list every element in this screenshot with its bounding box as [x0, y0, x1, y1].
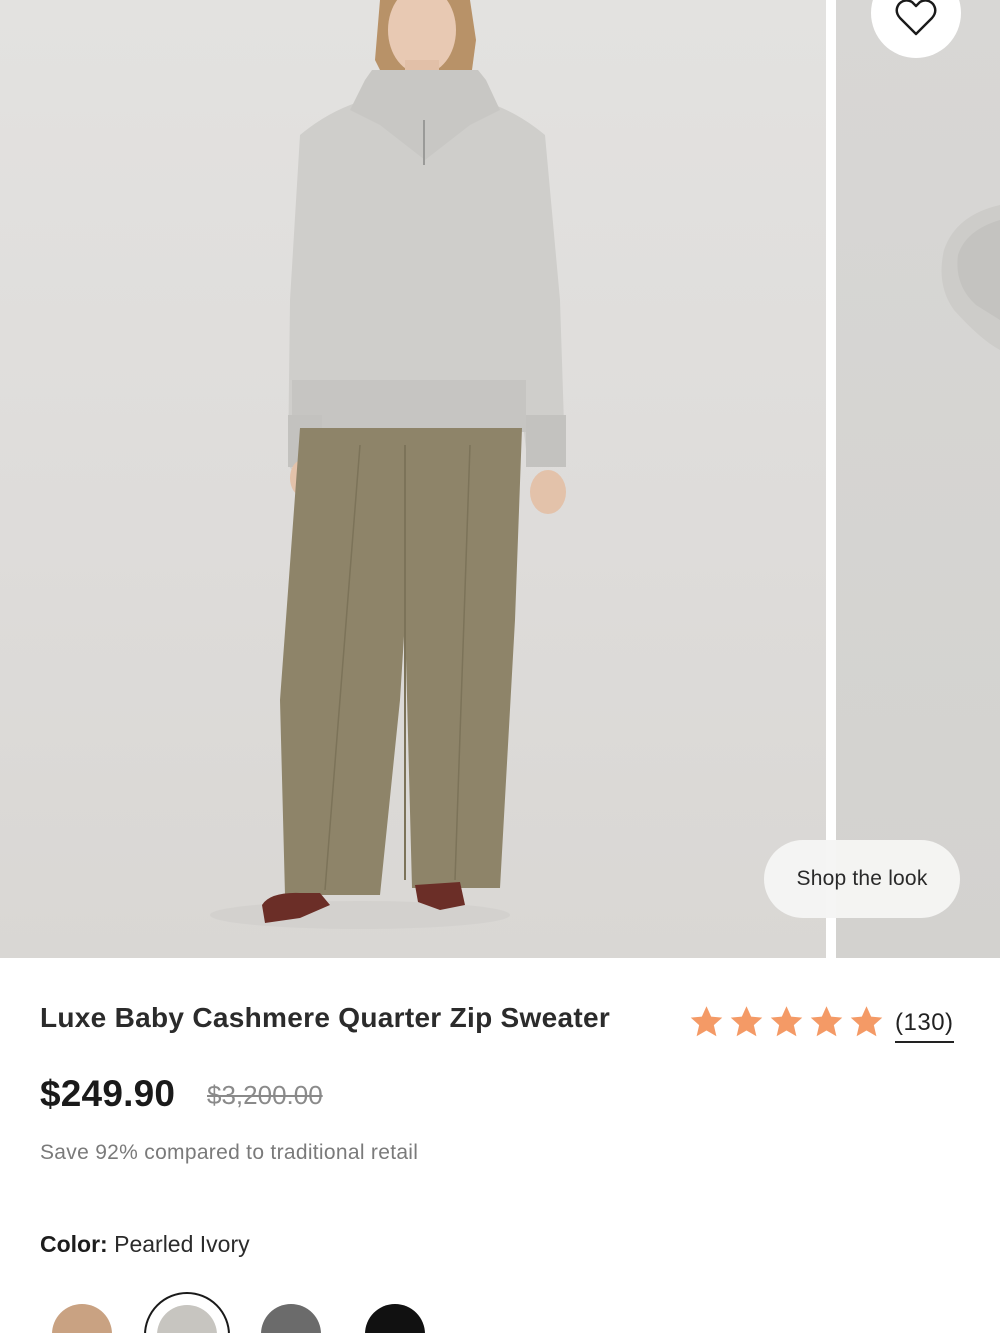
color-label: Color:	[40, 1231, 108, 1257]
shop-the-look-button[interactable]: Shop the look	[764, 840, 960, 918]
model-photo	[210, 0, 566, 929]
star-icon	[810, 1006, 843, 1037]
swatch-camel[interactable]	[52, 1304, 112, 1333]
product-rating[interactable]: (130)	[688, 1002, 954, 1043]
product-image-next[interactable]	[836, 0, 1000, 958]
swatch-charcoal[interactable]	[261, 1304, 321, 1333]
star-icon	[770, 1006, 803, 1037]
swatch-black[interactable]	[365, 1304, 425, 1333]
savings-text: Save 92% compared to traditional retail	[40, 1141, 419, 1164]
next-photo-preview	[941, 205, 1000, 350]
current-price: $249.90	[40, 1073, 176, 1114]
product-image-gallery[interactable]: Shop the look	[0, 0, 1000, 958]
star-icon	[850, 1006, 883, 1037]
color-swatches	[40, 1292, 1000, 1333]
color-selection: Color: Pearled Ivory	[40, 1231, 250, 1258]
heart-outline-icon	[895, 0, 937, 36]
rating-stars	[688, 1004, 885, 1040]
star-icon	[730, 1006, 763, 1037]
product-image-main[interactable]	[0, 0, 826, 958]
compare-at-price: $3,200.00	[207, 1080, 323, 1110]
star-icon	[690, 1006, 723, 1037]
product-title: Luxe Baby Cashmere Quarter Zip Sweater	[40, 1002, 611, 1033]
review-count-link[interactable]: (130)	[895, 1009, 954, 1043]
selected-color-name: Pearled Ivory	[114, 1231, 250, 1257]
